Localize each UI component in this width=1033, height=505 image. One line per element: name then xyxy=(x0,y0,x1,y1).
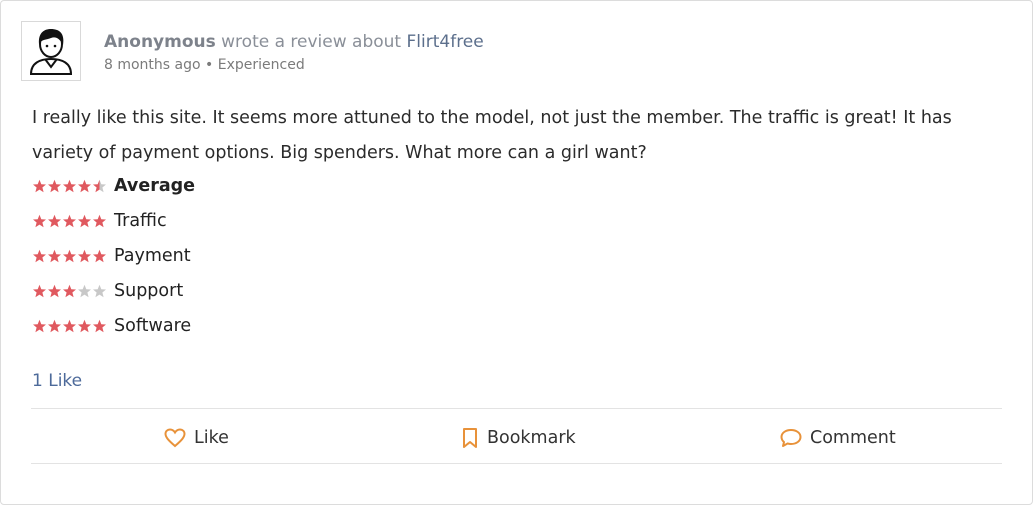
bookmark-icon xyxy=(463,428,477,448)
review-action-text: wrote a review about xyxy=(215,32,407,52)
star-icon xyxy=(63,319,76,333)
rating-row: Software xyxy=(32,315,191,337)
review-text: I really like this site. It seems more a… xyxy=(32,108,952,163)
star-icon xyxy=(93,284,106,298)
rating-row: Average xyxy=(32,175,195,197)
star-icon xyxy=(33,214,46,228)
star-icon xyxy=(48,319,61,333)
like-button-label: Like xyxy=(194,428,229,448)
star-icon xyxy=(48,284,61,298)
rating-label: Traffic xyxy=(114,211,167,231)
star-icon xyxy=(33,249,46,263)
avatar[interactable] xyxy=(21,21,81,81)
star-icon xyxy=(33,284,46,298)
rating-row: Payment xyxy=(32,245,191,267)
rating-stars xyxy=(32,179,108,193)
star-icon xyxy=(63,284,76,298)
rating-label: Payment xyxy=(114,246,191,266)
star-icon xyxy=(33,179,46,193)
like-count-link[interactable]: 1 Like xyxy=(32,371,82,391)
review-card: Anonymous wrote a review about Flirt4fre… xyxy=(0,0,1033,505)
star-icon xyxy=(78,284,91,298)
divider-bottom xyxy=(31,463,1002,464)
star-icon xyxy=(63,214,76,228)
rating-row: Support xyxy=(32,280,183,302)
star-icon xyxy=(48,179,61,193)
star-icon xyxy=(63,249,76,263)
star-icon xyxy=(93,179,106,193)
star-icon xyxy=(78,319,91,333)
bookmark-button[interactable]: Bookmark xyxy=(461,425,576,451)
star-icon xyxy=(78,214,91,228)
star-icon xyxy=(48,214,61,228)
like-button[interactable]: Like xyxy=(164,425,229,451)
divider-top xyxy=(31,408,1002,409)
comment-bubble-icon xyxy=(780,429,802,447)
user-avatar-icon xyxy=(29,29,73,75)
bookmark-button-label: Bookmark xyxy=(487,428,576,448)
review-time: 8 months ago xyxy=(104,57,201,73)
comment-button[interactable]: Comment xyxy=(780,425,896,451)
site-link[interactable]: Flirt4free xyxy=(407,32,484,52)
heart-icon xyxy=(164,428,186,448)
rating-stars xyxy=(32,319,108,333)
star-icon xyxy=(63,179,76,193)
review-header: Anonymous wrote a review about Flirt4fre… xyxy=(104,32,484,52)
star-icon xyxy=(33,319,46,333)
rating-stars xyxy=(32,249,108,263)
meta-separator: • xyxy=(200,57,218,73)
rating-row: Traffic xyxy=(32,210,167,232)
rating-label: Support xyxy=(114,281,184,301)
star-icon xyxy=(93,249,106,263)
star-icon xyxy=(78,179,91,193)
star-icon xyxy=(93,319,106,333)
rating-stars xyxy=(32,214,108,228)
comment-button-label: Comment xyxy=(810,428,896,448)
rating-label: Software xyxy=(114,316,192,336)
review-meta: 8 months ago • Experienced xyxy=(104,57,305,73)
rating-stars xyxy=(32,284,108,298)
rating-label: Average xyxy=(114,176,196,196)
reviewer-level: Experienced xyxy=(217,57,305,73)
star-icon xyxy=(78,249,91,263)
star-icon xyxy=(48,249,61,263)
star-icon xyxy=(93,214,106,228)
author-name[interactable]: Anonymous xyxy=(104,32,216,52)
